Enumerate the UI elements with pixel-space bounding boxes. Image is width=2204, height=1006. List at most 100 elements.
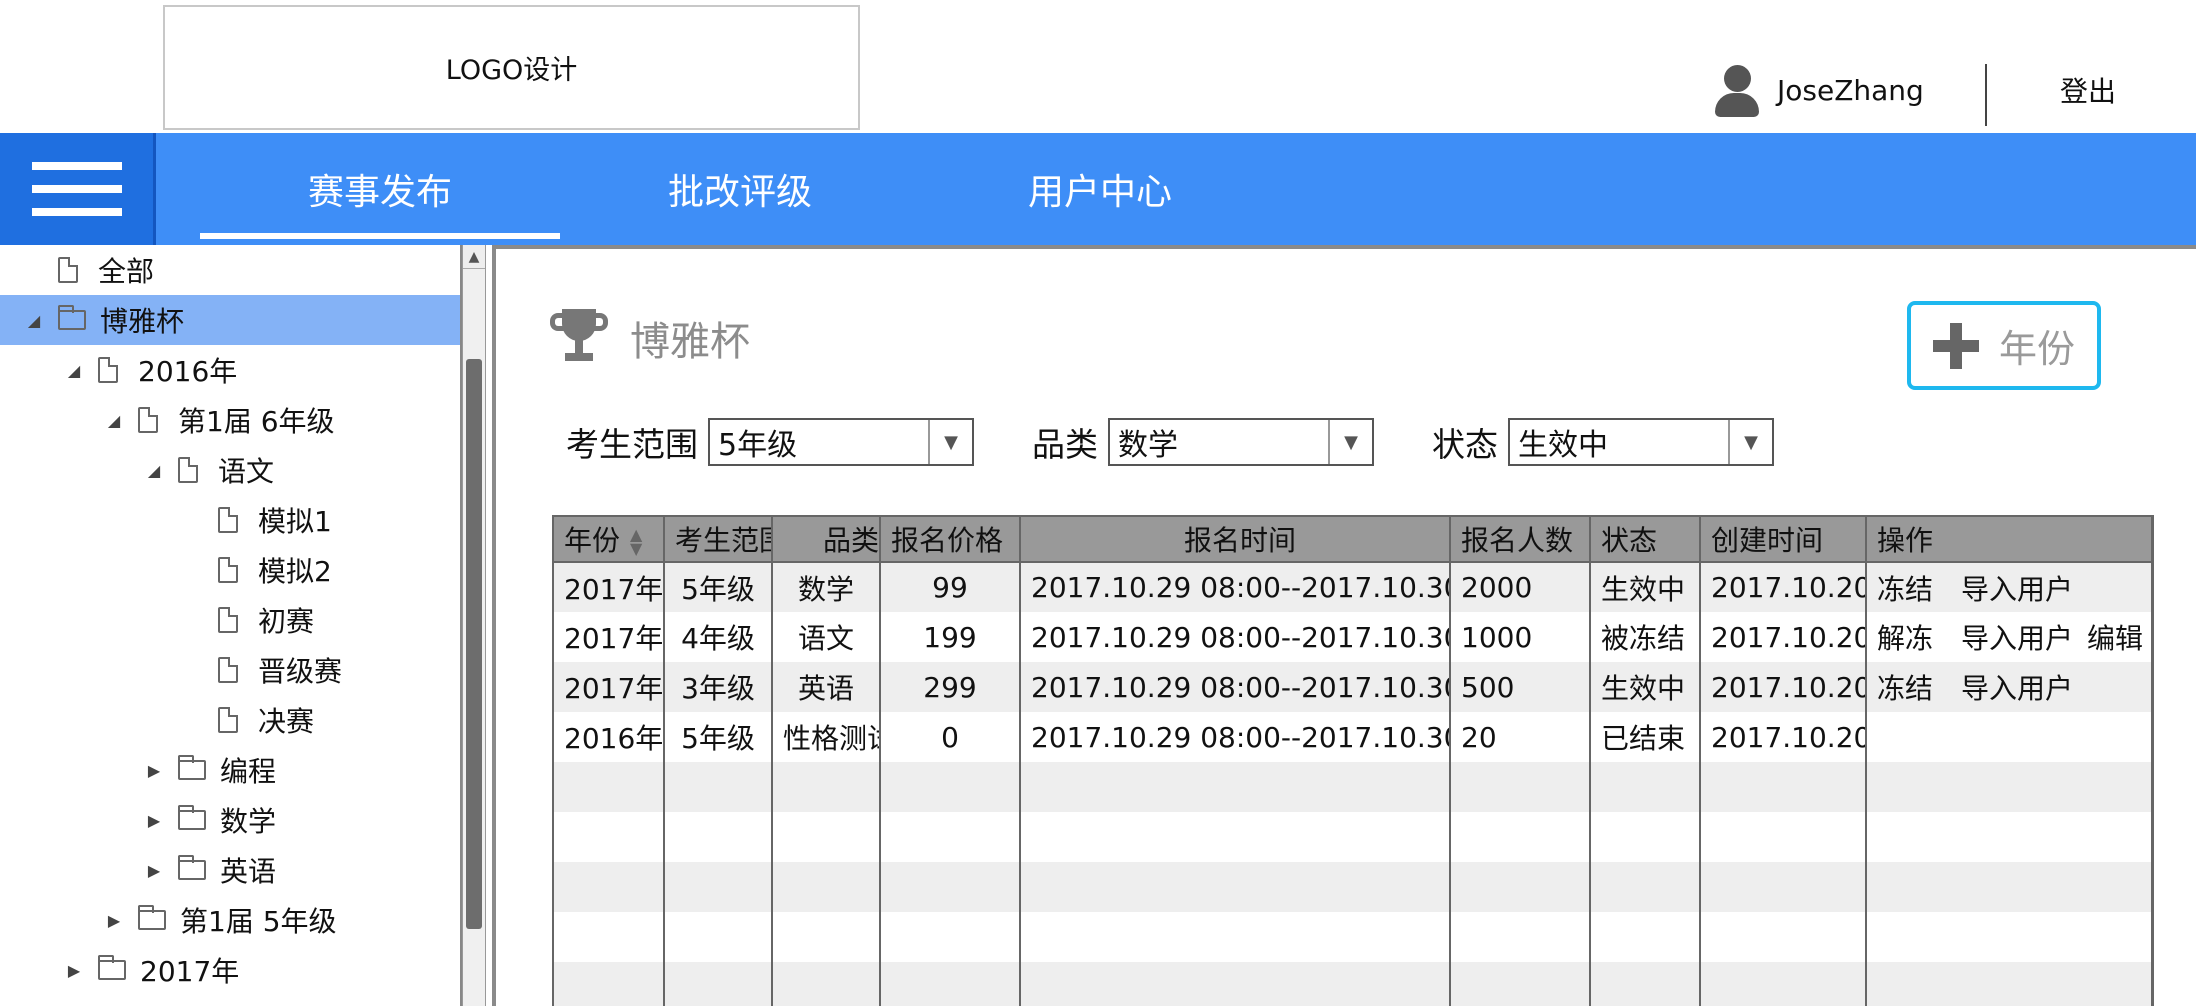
tree-item-2016[interactable]: ◢ 2016年 (0, 345, 460, 395)
status-select-value: 生效中 (1518, 428, 1608, 463)
category-select[interactable]: 数学 ▼ (1108, 418, 1374, 466)
column-header-count[interactable]: 报名人数 (1450, 515, 1591, 563)
tree-item-mock2[interactable]: 模拟2 (0, 545, 460, 595)
tree-item-label: 2017年 (140, 955, 240, 988)
tree-item-math[interactable]: ▶ 数学 (0, 795, 460, 845)
chevron-down-icon[interactable]: ▼ (1728, 420, 1772, 464)
logout-button[interactable]: 登出 (2060, 70, 2116, 110)
column-header-status[interactable]: 状态 (1590, 515, 1701, 563)
folder-icon (98, 955, 126, 980)
column-header-created[interactable]: 创建时间 (1700, 515, 1867, 563)
tree-item-advancement[interactable]: 晋级赛 (0, 645, 460, 695)
tree-item-label: 模拟1 (258, 505, 332, 538)
import-users-link[interactable]: 导入用户 (1961, 573, 2073, 606)
tree-item-label: 晋级赛 (258, 655, 343, 688)
expand-arrow-icon[interactable]: ▶ (104, 910, 124, 930)
hamburger-menu-icon[interactable] (0, 133, 156, 245)
table-row[interactable]: 2016年 5年级 性格测试 0 2017.10.29 08:00--2017.… (554, 712, 2152, 762)
tree-item-all[interactable]: 全部 (0, 245, 460, 295)
collapse-arrow-icon[interactable]: ◢ (104, 410, 124, 430)
empty-table-row (554, 762, 2152, 812)
import-users-link[interactable]: 导入用户 (1961, 672, 2073, 705)
username[interactable]: JoseZhang (1777, 74, 1924, 107)
tab-user-center[interactable]: 用户中心 (920, 133, 1280, 245)
header-divider (1985, 64, 1987, 126)
cell-actions: 冻结 导入用户 (1866, 662, 2152, 712)
tree-item-label: 数学 (220, 805, 277, 838)
tree-item-final[interactable]: 决赛 (0, 695, 460, 745)
tree-item-label: 英语 (220, 855, 277, 888)
column-header-time[interactable]: 报名时间 (1020, 515, 1451, 563)
file-icon (218, 657, 238, 683)
tree-item-session1-grade5[interactable]: ▶ 第1届 5年级 (0, 895, 460, 945)
table-row[interactable]: 2017年 5年级 数学 99 2017.10.29 08:00--2017.1… (554, 562, 2152, 612)
cell-created: 2017.10.20 (1700, 712, 1867, 762)
tree-item-label: 第1届 6年级 (178, 405, 335, 438)
column-header-price[interactable]: 报名价格 (880, 515, 1021, 563)
range-select[interactable]: 5年级 ▼ (708, 418, 974, 466)
folder-icon (58, 305, 86, 330)
status-filter-label: 状态 (1432, 425, 1498, 464)
tree-item-boya-cup[interactable]: ◢ 博雅杯 (0, 295, 460, 345)
events-table: 年份▲▼ 考生范围 品类 报名价格 报名时间 报名人数 状态 创建时间 操作 2… (552, 515, 2154, 1006)
column-header-range[interactable]: 考生范围 (664, 515, 773, 563)
main-nav: 赛事发布 批改评级 用户中心 (0, 133, 2196, 245)
import-users-link[interactable]: 导入用户 (1961, 622, 2073, 655)
add-year-button[interactable]: 年份 (1907, 301, 2101, 390)
scroll-thumb[interactable] (466, 359, 482, 929)
tree-item-2017[interactable]: ▶ 2017年 (0, 945, 460, 995)
tree-item-programming[interactable]: ▶ 编程 (0, 745, 460, 795)
cell-price: 99 (880, 562, 1021, 612)
table-row[interactable]: 2017年 3年级 英语 299 2017.10.29 08:00--2017.… (554, 662, 2152, 712)
tree-item-english[interactable]: ▶ 英语 (0, 845, 460, 895)
tree-item-label: 全部 (98, 255, 155, 288)
cell-count: 20 (1450, 712, 1591, 762)
cell-actions: 冻结 导入用户 (1866, 562, 2152, 612)
cell-range: 4年级 (664, 612, 773, 662)
tree-item-label: 语文 (218, 455, 275, 488)
user-menu[interactable]: JoseZhang (1713, 62, 1924, 118)
cell-time: 2017.10.29 08:00--2017.10.30 10:00 (1020, 712, 1451, 762)
unfreeze-link[interactable]: 解冻 (1877, 622, 1933, 655)
tab-grading[interactable]: 批改评级 (560, 133, 920, 245)
table-row[interactable]: 2017年 4年级 语文 199 2017.10.29 08:00--2017.… (554, 612, 2152, 662)
tree-item-chinese[interactable]: ◢ 语文 (0, 445, 460, 495)
scroll-up-arrow-icon[interactable]: ▲ (463, 245, 485, 269)
cell-time: 2017.10.29 08:00--2017.10.30 10:00 (1020, 562, 1451, 612)
cell-price: 199 (880, 612, 1021, 662)
chevron-down-icon[interactable]: ▼ (928, 420, 972, 464)
chevron-down-icon[interactable]: ▼ (1328, 420, 1372, 464)
status-select[interactable]: 生效中 ▼ (1508, 418, 1774, 466)
user-avatar-icon (1713, 63, 1761, 117)
category-filter-label: 品类 (1032, 425, 1098, 464)
tree-item-label: 编程 (220, 755, 277, 788)
expand-arrow-icon[interactable]: ▶ (144, 810, 164, 830)
expand-arrow-icon[interactable]: ▶ (144, 760, 164, 780)
column-header-category[interactable]: 品类 (772, 515, 881, 563)
tree-item-label: 初赛 (258, 605, 315, 638)
tree-item-preliminary[interactable]: 初赛 (0, 595, 460, 645)
sort-icon[interactable]: ▲ ▼ (630, 527, 642, 557)
cell-created: 2017.10.20 (1700, 562, 1867, 612)
column-header-year[interactable]: 年份 ▲ ▼ (554, 515, 665, 563)
folder-icon (178, 755, 206, 780)
sidebar-scrollbar[interactable]: ▲ (462, 245, 486, 1006)
tree-item-mock1[interactable]: 模拟1 (0, 495, 460, 545)
page-right-edge (2196, 133, 2204, 1006)
collapse-arrow-icon[interactable]: ◢ (64, 360, 84, 380)
freeze-link[interactable]: 冻结 (1877, 672, 1933, 705)
cell-actions: 解冻 导入用户 编辑 (1866, 612, 2152, 662)
file-icon (218, 557, 238, 583)
edit-link[interactable]: 编辑 (2087, 622, 2143, 655)
collapse-arrow-icon[interactable]: ◢ (24, 310, 44, 330)
cell-status: 生效中 (1590, 662, 1701, 712)
freeze-link[interactable]: 冻结 (1877, 573, 1933, 606)
range-filter-label: 考生范围 (566, 425, 698, 464)
tab-event-publish[interactable]: 赛事发布 (200, 133, 560, 245)
expand-arrow-icon[interactable]: ▶ (64, 960, 84, 980)
expand-arrow-icon[interactable]: ▶ (144, 860, 164, 880)
folder-icon (178, 805, 206, 830)
collapse-arrow-icon[interactable]: ◢ (144, 460, 164, 480)
tree-item-session1-grade6[interactable]: ◢ 第1届 6年级 (0, 395, 460, 445)
tree-item-label: 第1届 5年级 (180, 905, 337, 938)
